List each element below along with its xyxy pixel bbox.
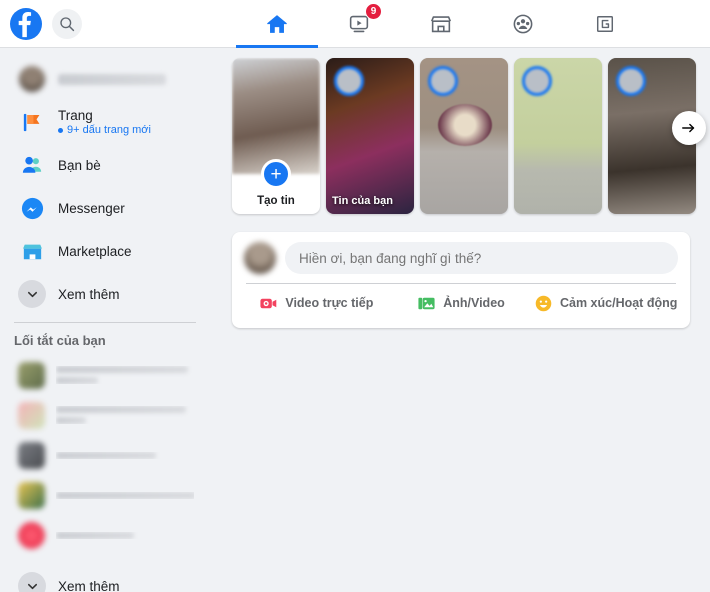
new-dot-icon: [58, 127, 63, 133]
composer-input-row: [244, 242, 678, 274]
shortcut-label-blurred: [56, 491, 194, 499]
story-card[interactable]: [420, 58, 508, 214]
see-more-label: Xem thêm: [58, 578, 120, 592]
profile-name-blurred: [58, 73, 166, 85]
sidebar-item-ban-be[interactable]: Bạn bè: [6, 145, 204, 185]
sidebar-item-label: Trang: [58, 108, 93, 123]
sidebar-item-label: Marketplace: [58, 243, 132, 259]
story-avatar: [334, 66, 364, 96]
shortcut-item[interactable]: [6, 476, 204, 514]
shortcut-label-blurred: [56, 531, 134, 539]
sidebar-item-sublabel: 9+ dấu trang mới: [58, 124, 151, 136]
story-avatar: [522, 66, 552, 96]
facebook-logo-icon[interactable]: [10, 7, 42, 40]
primary-nav-tabs: 9: [236, 0, 646, 48]
messenger-icon: [18, 194, 46, 222]
tab-gaming[interactable]: [564, 0, 646, 48]
groups-icon: [513, 14, 533, 34]
sidebar-item-label: Messenger: [58, 200, 125, 216]
sidebar-item-label: Bạn bè: [58, 157, 101, 173]
shortcut-item[interactable]: [6, 436, 204, 474]
photo-video-label: Ảnh/Video: [443, 296, 505, 310]
stories-tray: + Tạo tin Tin của bạn: [232, 58, 706, 214]
shortcut-avatar: [18, 361, 45, 389]
search-icon: [60, 16, 75, 31]
photo-video-icon: [418, 297, 435, 309]
top-navigation-bar: 9: [0, 0, 710, 48]
shortcut-label-blurred: [56, 406, 186, 413]
shortcut-item[interactable]: [6, 356, 204, 394]
feeling-activity-label: Cảm xúc/Hoạt động: [559, 296, 678, 310]
sidebar-see-more-bottom[interactable]: Xem thêm: [6, 566, 204, 592]
home-icon: [267, 15, 287, 33]
sidebar-item-messenger[interactable]: Messenger: [6, 188, 204, 228]
shortcuts-heading: Lối tắt của bạn: [14, 333, 106, 348]
story-label: Tin của bạn: [332, 195, 393, 207]
sidebar-item-trang[interactable]: Trang 9+ dấu trang mới: [6, 102, 204, 142]
sublabel-text: 9+ dấu trang mới: [67, 124, 151, 136]
live-video-button[interactable]: Video trực tiếp: [244, 287, 389, 319]
profile-avatar: [18, 65, 46, 93]
composer-input[interactable]: [285, 242, 678, 274]
main-feed-column: + Tạo tin Tin của bạn Hiền ơi, bạn đang …: [210, 48, 710, 592]
watch-badge: 9: [365, 3, 382, 20]
smiley-icon: [535, 295, 552, 311]
stories-next-button[interactable]: [672, 111, 706, 145]
see-more-label: Xem thêm: [58, 286, 120, 302]
storefront-icon: [430, 16, 452, 33]
chevron-down-icon: [18, 280, 46, 308]
sidebar-divider: [14, 322, 196, 323]
pages-flag-icon: [18, 108, 46, 136]
create-story-card[interactable]: + Tạo tin: [232, 58, 320, 214]
plus-icon: +: [261, 159, 291, 189]
story-avatar: [428, 66, 458, 96]
shortcut-label-blurred: [56, 417, 86, 424]
shortcut-label-blurred: [56, 451, 156, 459]
live-video-icon: [260, 298, 277, 308]
shortcut-avatar: [18, 521, 45, 549]
shortcut-label-blurred: [56, 377, 98, 384]
story-avatar: [616, 66, 646, 96]
story-card[interactable]: Tin của bạn: [326, 58, 414, 214]
sidebar-item-marketplace[interactable]: Marketplace: [6, 231, 204, 271]
composer-actions: Video trực tiếp Ảnh/Video Cảm xúc/Hoạt đ…: [244, 284, 678, 322]
shortcut-avatar: [18, 441, 45, 469]
gaming-icon: [596, 15, 614, 33]
tab-watch[interactable]: 9: [318, 0, 400, 48]
tab-marketplace[interactable]: [400, 0, 482, 48]
create-story-label: Tạo tin: [257, 195, 295, 207]
create-story-photo: [232, 58, 320, 174]
tab-home[interactable]: [236, 0, 318, 48]
story-card[interactable]: [514, 58, 602, 214]
story-content-detail: [438, 104, 492, 146]
search-button[interactable]: [52, 8, 82, 39]
shortcut-item[interactable]: [6, 396, 204, 434]
sidebar-item-profile[interactable]: [6, 59, 204, 99]
shortcut-avatar: [18, 481, 45, 509]
live-video-label: Video trực tiếp: [285, 296, 374, 310]
photo-video-button[interactable]: Ảnh/Video: [389, 287, 534, 319]
left-sidebar: Trang 9+ dấu trang mới Bạn bè Messenger …: [0, 48, 210, 592]
sidebar-see-more-top[interactable]: Xem thêm: [6, 274, 204, 314]
feeling-activity-button[interactable]: Cảm xúc/Hoạt động: [533, 287, 678, 319]
tab-groups[interactable]: [482, 0, 564, 48]
friends-icon: [18, 151, 46, 179]
chevron-down-icon: [18, 572, 46, 592]
post-composer: Video trực tiếp Ảnh/Video Cảm: [232, 232, 690, 328]
shortcut-item[interactable]: [6, 516, 204, 554]
marketplace-icon: [18, 237, 46, 265]
shortcut-avatar: [18, 401, 45, 429]
shortcut-label-blurred: [56, 366, 188, 373]
arrow-right-icon: [682, 123, 695, 133]
composer-avatar: [244, 242, 276, 274]
